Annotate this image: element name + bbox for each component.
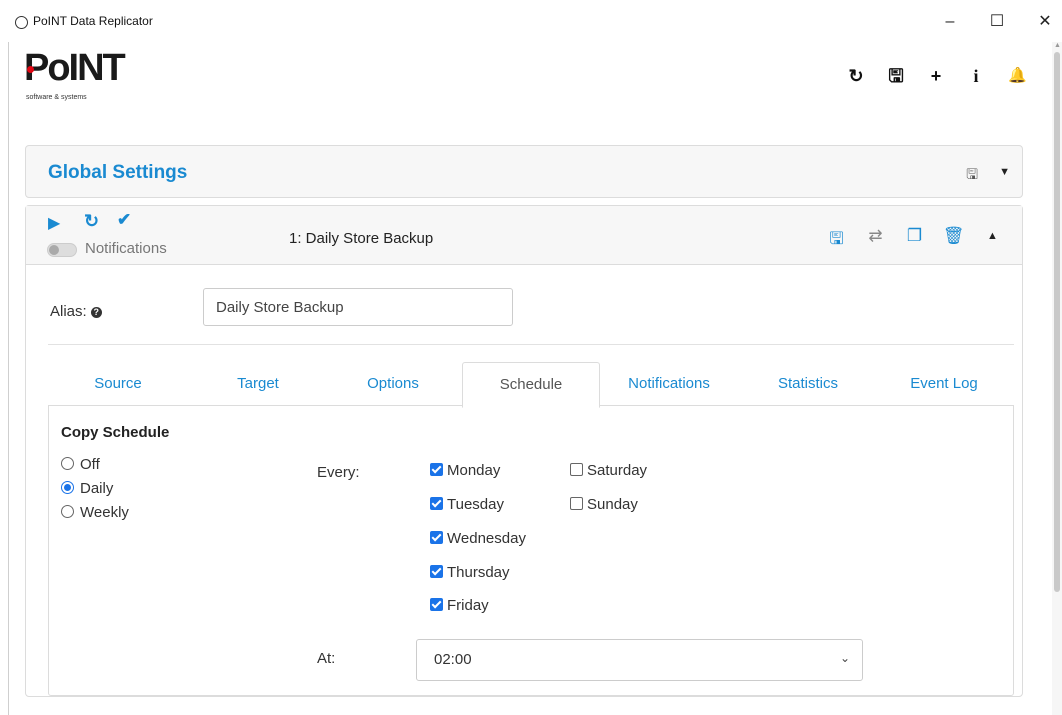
- checkbox-label: Sunday: [587, 496, 638, 513]
- checkbox-sunday[interactable]: Sunday: [570, 496, 638, 513]
- close-button[interactable]: ✕: [1030, 10, 1060, 34]
- radio-label: Off: [80, 456, 100, 473]
- play-icon[interactable]: ▶: [48, 213, 60, 233]
- checkbox-thursday[interactable]: Thursday: [430, 564, 510, 581]
- app-icon: [15, 16, 28, 29]
- trash-icon[interactable]: 🗑: [934, 226, 973, 255]
- checkbox-label: Wednesday: [447, 530, 526, 547]
- checkbox-wednesday[interactable]: Wednesday: [430, 530, 526, 547]
- checkbox-label: Thursday: [447, 564, 510, 581]
- tab-bar: Source Target Options Schedule Notificat…: [48, 362, 1014, 408]
- info-icon[interactable]: i: [968, 66, 984, 86]
- job-header: ▶ ↻ ✔ Notifications 1: Daily Store Backu…: [26, 206, 1022, 265]
- radio-weekly[interactable]: Weekly: [61, 504, 129, 521]
- checkbox-box[interactable]: [430, 463, 443, 476]
- save-icon[interactable]: 🖫: [966, 164, 978, 188]
- checkbox-box[interactable]: [430, 497, 443, 510]
- chevron-down-icon[interactable]: ▼: [999, 166, 1010, 178]
- radio-off[interactable]: Off: [61, 456, 100, 473]
- swap-icon[interactable]: ⇄: [856, 226, 895, 255]
- save-icon[interactable]: 🖫: [817, 226, 856, 255]
- verify-icon[interactable]: ✔: [117, 210, 131, 230]
- tab-notifications[interactable]: Notifications: [599, 362, 739, 406]
- checkbox-saturday[interactable]: Saturday: [570, 462, 647, 479]
- tab-options[interactable]: Options: [323, 362, 463, 406]
- job-panel: ▶ ↻ ✔ Notifications 1: Daily Store Backu…: [25, 205, 1023, 697]
- checkbox-box[interactable]: [430, 531, 443, 544]
- at-label: At:: [317, 650, 336, 667]
- chevron-down-icon[interactable]: ⌄: [840, 651, 850, 665]
- tab-event-log[interactable]: Event Log: [874, 362, 1014, 406]
- checkbox-label: Saturday: [587, 462, 648, 479]
- help-icon[interactable]: ?: [90, 307, 102, 318]
- notifications-label: Notifications: [85, 240, 167, 257]
- refresh-icon[interactable]: ↻: [84, 211, 99, 232]
- radio-circle[interactable]: [61, 505, 74, 518]
- checkbox-label: Monday: [447, 462, 501, 479]
- tab-target[interactable]: Target: [188, 362, 328, 406]
- alias-label-text: Alias:: [50, 303, 87, 320]
- vertical-scrollbar[interactable]: ▲: [1052, 42, 1062, 715]
- chevron-up-icon[interactable]: ▲: [973, 226, 1012, 255]
- global-settings-panel[interactable]: Global Settings 🖫 ▼: [25, 145, 1023, 198]
- save-icon[interactable]: 🖫: [888, 66, 904, 86]
- scrollbar-thumb[interactable]: [1054, 52, 1060, 592]
- checkbox-tuesday[interactable]: Tuesday: [430, 496, 504, 513]
- tab-source[interactable]: Source: [48, 362, 188, 406]
- time-select[interactable]: 02:00 ⌄: [416, 639, 863, 681]
- title-bar: PoINT Data Replicator – ☐ ✕: [0, 0, 1062, 42]
- radio-label: Weekly: [80, 504, 129, 521]
- divider: [48, 344, 1014, 345]
- schedule-tab-content: Copy Schedule Off Daily Weekly Every: Mo…: [48, 405, 1014, 696]
- logo-tagline: software & systems: [26, 94, 87, 101]
- notifications-toggle[interactable]: [47, 243, 77, 257]
- minimize-button[interactable]: –: [935, 10, 965, 34]
- checkbox-label: Friday: [447, 597, 489, 614]
- checkbox-label: Tuesday: [447, 496, 504, 513]
- checkbox-box[interactable]: [570, 497, 583, 510]
- copy-icon[interactable]: ❐: [895, 226, 934, 255]
- copy-schedule-title: Copy Schedule: [61, 424, 170, 441]
- radio-label: Daily: [80, 480, 114, 497]
- top-toolbar: ↻ 🖫 + i 🔔: [848, 66, 1027, 86]
- checkbox-friday[interactable]: Friday: [430, 597, 489, 614]
- scroll-up-icon[interactable]: ▲: [1054, 42, 1061, 49]
- refresh-icon[interactable]: ↻: [848, 66, 864, 86]
- checkbox-box[interactable]: [570, 463, 583, 476]
- alias-input[interactable]: [203, 288, 513, 326]
- logo-dot: [27, 66, 34, 73]
- global-settings-title[interactable]: Global Settings: [48, 162, 187, 184]
- tab-statistics[interactable]: Statistics: [738, 362, 878, 406]
- radio-daily[interactable]: Daily: [61, 480, 113, 497]
- checkbox-box[interactable]: [430, 565, 443, 578]
- bell-icon[interactable]: 🔔: [1008, 66, 1027, 86]
- radio-circle[interactable]: [61, 481, 74, 494]
- maximize-button[interactable]: ☐: [982, 10, 1012, 34]
- window-title: PoINT Data Replicator: [33, 14, 153, 28]
- point-logo: PoINT software & systems: [24, 48, 134, 110]
- checkbox-monday[interactable]: Monday: [430, 462, 500, 479]
- every-label: Every:: [317, 464, 360, 481]
- tab-schedule[interactable]: Schedule: [462, 362, 600, 408]
- logo-mark: PoINT: [24, 47, 126, 89]
- time-select-value: 02:00: [434, 651, 472, 668]
- window-left-border: [8, 42, 9, 715]
- plus-icon[interactable]: +: [928, 66, 944, 86]
- checkbox-box[interactable]: [430, 598, 443, 611]
- toggle-knob: [49, 245, 59, 255]
- alias-label: Alias:?: [50, 303, 102, 320]
- job-actions: 🖫 ⇄ ❐ 🗑 ▲: [817, 226, 1012, 255]
- radio-circle[interactable]: [61, 457, 74, 470]
- job-title: 1: Daily Store Backup: [289, 230, 434, 247]
